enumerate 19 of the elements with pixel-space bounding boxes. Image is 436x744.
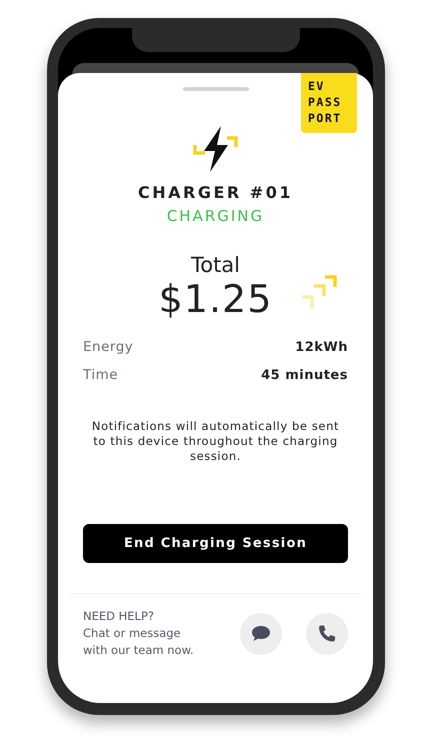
help-title: NEED HELP? xyxy=(83,608,156,625)
detail-value: 12kWh xyxy=(295,340,348,355)
detail-label: Time xyxy=(83,367,118,383)
phone-icon xyxy=(316,622,338,644)
total-amount: $1.25 xyxy=(158,277,272,321)
charger-name: CHARGER #01 xyxy=(138,183,293,202)
lightning-bolt-icon xyxy=(192,125,238,173)
charging-status: CHARGING xyxy=(166,207,264,225)
chat-button[interactable] xyxy=(240,612,282,654)
help-text: with our team now. xyxy=(83,642,194,659)
logo: EV PASS PORT xyxy=(301,73,357,133)
help-text: Chat or message xyxy=(83,625,182,642)
total-label: Total xyxy=(190,253,240,277)
drag-handle[interactable] xyxy=(182,87,248,91)
end-session-button[interactable]: End Charging Session xyxy=(83,524,348,563)
detail-value: 45 minutes xyxy=(261,368,348,383)
call-button[interactable] xyxy=(306,612,348,654)
detail-label: Energy xyxy=(83,339,134,355)
notification-text: Notifications will automatically be sent to this device throughout the charging session. xyxy=(90,419,340,464)
